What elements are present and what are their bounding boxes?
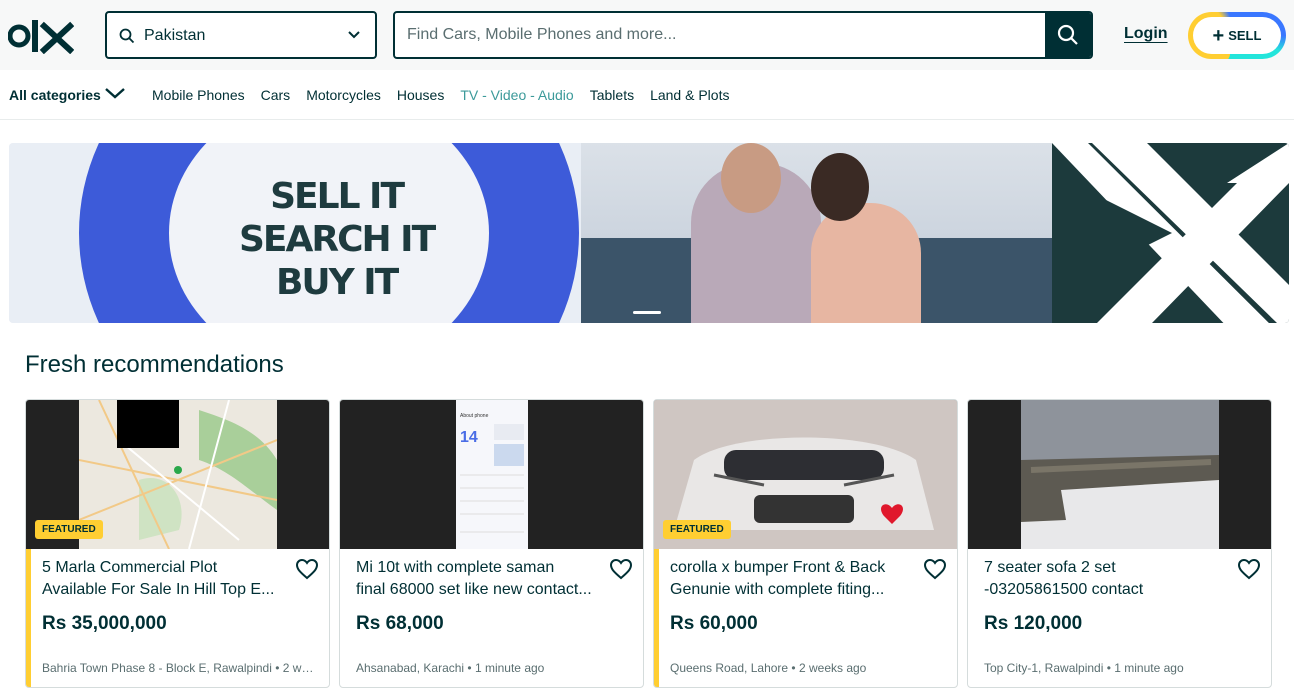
plus-icon: + (1212, 24, 1225, 47)
banner-line-3: BUY IT (275, 262, 399, 303)
featured-badge: FEATURED (663, 520, 731, 539)
sofa-image (1021, 400, 1219, 549)
listing-time: 1 minute ago (474, 661, 545, 675)
listing-title-line-2: Genunie with complete fiting... (670, 581, 885, 598)
map-image (78, 400, 278, 550)
listing-meta: Top City-1, Rawalpindi • 1 minute ago (984, 661, 1184, 675)
banner-text-panel: SELL IT SEARCH IT BUY IT (9, 143, 581, 323)
listing-location: Top City-1, Rawalpindi (984, 661, 1104, 675)
listing-title-line-1: Mi 10t with complete saman (356, 559, 555, 576)
category-motorcycles[interactable]: Motorcycles (306, 87, 381, 103)
listing-location: Queens Road, Lahore (670, 661, 789, 675)
category-mobile-phones[interactable]: Mobile Phones (152, 87, 245, 103)
sell-button[interactable]: + SELL (1188, 12, 1286, 59)
listing-title[interactable]: 5 Marla Commercial Plot Available For Sa… (42, 557, 282, 601)
listing-meta: Queens Road, Lahore • 2 weeks ago (670, 661, 867, 675)
banner-person-woman (811, 203, 921, 323)
category-land-plots[interactable]: Land & Plots (650, 87, 729, 103)
category-tablets[interactable]: Tablets (590, 87, 634, 103)
promo-banner[interactable]: SELL IT SEARCH IT BUY IT (9, 143, 1289, 323)
search-input[interactable] (395, 13, 1047, 57)
banner-person-man-head (721, 143, 781, 213)
listing-location: Bahria Town Phase 8 - Block E, Rawalpind… (42, 661, 272, 675)
listing-time: 2 weeks ago (798, 661, 867, 675)
listing-title-line-2: final 68000 set like new contact... (356, 581, 592, 598)
banner-line-1: SELL IT (270, 176, 405, 217)
category-bar: All categories Mobile Phones Cars Motorc… (0, 70, 1294, 120)
category-houses[interactable]: Houses (397, 87, 444, 103)
listing-meta: Bahria Town Phase 8 - Block E, Rawalpind… (42, 661, 317, 675)
category-tv-video-audio[interactable]: TV - Video - Audio (460, 87, 573, 103)
listing-price: Rs 60,000 (670, 613, 758, 634)
phone-screenshot-image: About phone 14 (456, 400, 528, 549)
listing-time: 1 minute ago (1114, 661, 1184, 675)
featured-badge: FEATURED (35, 520, 103, 539)
listing-title[interactable]: Mi 10t with complete saman final 68000 s… (356, 557, 596, 601)
banner-x-graphic (1052, 143, 1289, 323)
all-categories-button[interactable]: All categories (9, 87, 101, 103)
olx-logo[interactable] (8, 18, 74, 54)
category-links: Mobile Phones Cars Motorcycles Houses TV… (152, 87, 729, 103)
sell-label: SELL (1228, 28, 1262, 43)
listing-title[interactable]: corolla x bumper Front & Back Genunie wi… (670, 557, 910, 601)
phone-screen-model: 14 (460, 429, 478, 446)
listing-card[interactable]: FEATURED 5 Marla Commercial Plot Availab… (25, 399, 330, 688)
login-link[interactable]: Login (1124, 25, 1168, 43)
listing-price: Rs 120,000 (984, 613, 1083, 634)
listing-image[interactable]: About phone 14 (340, 400, 643, 549)
heart-icon[interactable] (609, 558, 633, 580)
listing-title-line-2: Available For Sale In Hill Top E... (42, 581, 275, 598)
listing-title-line-2: -03205861500 contact (984, 581, 1144, 598)
listing-meta: Ahsanabad, Karachi • 1 minute ago (356, 661, 545, 675)
search-icon (1057, 24, 1078, 45)
listing-time: 2 wee... (282, 661, 317, 675)
top-bar: Pakistan Login + SELL (0, 0, 1294, 70)
heart-icon[interactable] (1237, 558, 1261, 580)
search-button[interactable] (1045, 13, 1091, 57)
listing-grid: FEATURED 5 Marla Commercial Plot Availab… (25, 399, 1272, 688)
featured-accent-bar (654, 549, 659, 687)
listing-title[interactable]: 7 seater sofa 2 set -03205861500 contact (984, 557, 1224, 601)
banner-slogan: SELL IT SEARCH IT BUY IT (239, 175, 436, 304)
carousel-indicator[interactable] (633, 311, 661, 314)
location-value: Pakistan (144, 27, 206, 44)
chevron-down-icon (348, 31, 360, 39)
category-cars[interactable]: Cars (261, 87, 291, 103)
listing-price: Rs 35,000,000 (42, 613, 167, 634)
featured-accent-bar (26, 549, 31, 687)
section-title: Fresh recommendations (25, 351, 284, 378)
listing-card[interactable]: About phone 14 Mi 10t with complete sama… (339, 399, 644, 688)
x-shape-icon (1052, 143, 1289, 323)
heart-icon[interactable] (923, 558, 947, 580)
search-icon (119, 28, 135, 44)
listing-title-line-1: 7 seater sofa 2 set (984, 559, 1116, 576)
heart-icon[interactable] (295, 558, 319, 580)
search-bar (393, 11, 1093, 59)
banner-line-2: SEARCH IT (239, 219, 436, 260)
banner-photo (581, 143, 1052, 323)
listing-card[interactable]: FEATURED corolla x bumper Front & Back G… (653, 399, 958, 688)
listing-title-line-1: corolla x bumper Front & Back (670, 559, 886, 576)
listing-price: Rs 68,000 (356, 613, 444, 634)
phone-screen-heading: About phone (460, 413, 489, 419)
chevron-down-icon[interactable] (104, 85, 126, 101)
listing-image[interactable] (968, 400, 1271, 549)
listing-location: Ahsanabad, Karachi (356, 661, 465, 675)
banner-person-woman-head (811, 153, 869, 221)
location-selector[interactable]: Pakistan (105, 11, 377, 59)
listing-title-line-1: 5 Marla Commercial Plot (42, 559, 218, 576)
listing-card[interactable]: 7 seater sofa 2 set -03205861500 contact… (967, 399, 1272, 688)
